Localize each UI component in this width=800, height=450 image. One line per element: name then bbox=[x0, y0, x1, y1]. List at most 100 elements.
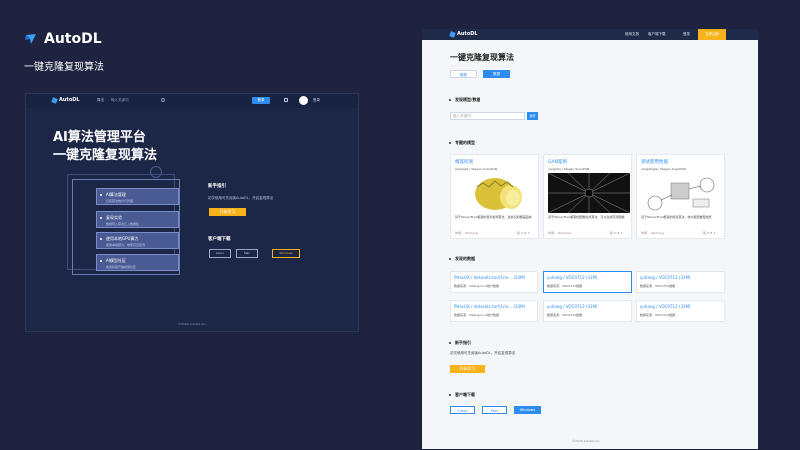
model-desc: 基于TensorFlow框架的图像生成算法，可以生成高清图像 bbox=[548, 215, 625, 219]
model-desc: 基于TensorFlow框架的测试算法，统计模型推理性能 bbox=[641, 215, 712, 219]
dataset-card[interactable]: yuhang / VOC0712 (33M) 数据来源：VOC0712数据 bbox=[543, 300, 632, 322]
section-datasets-title: 发现的数据 bbox=[449, 256, 475, 262]
model-stats: 赞 5 ★ 3 bbox=[610, 231, 623, 235]
model-path: yangzhqjia / Stagan-SuenPGN bbox=[641, 167, 686, 171]
machine-image bbox=[641, 173, 723, 213]
durian-image bbox=[463, 173, 529, 211]
dataset-title[interactable]: PHacUX / datasets.tarl(1/re... (33M) bbox=[454, 304, 525, 309]
nav-docs[interactable]: 使用文档 bbox=[625, 32, 639, 37]
login-button[interactable]: 登录 bbox=[252, 97, 270, 104]
guide-desc: 初次使用可先阅读AutoDL，开启复现算法 bbox=[450, 351, 516, 355]
feature-desc: 数据导入算法汇入数据集 bbox=[106, 222, 140, 226]
dataset-title[interactable]: yuhang / VOC0712 (33M) bbox=[547, 304, 598, 309]
dataset-desc: 数据来源：stats.gov.cn统计数据 bbox=[454, 284, 500, 288]
search-button[interactable]: 搜索 bbox=[527, 112, 538, 120]
model-card[interactable]: 榴莲检测 weiqiqiqi / Stagan-SuenRGN 基于Tensor… bbox=[450, 154, 539, 239]
feature-card[interactable]: AI算法管理已有算法统计与管理 bbox=[96, 188, 179, 205]
dataset-desc: 数据来源：VOC0712数据 bbox=[640, 313, 676, 317]
download-linux-button[interactable]: Linux bbox=[450, 406, 475, 414]
tab-model[interactable]: 模型 bbox=[450, 70, 477, 78]
feature-card[interactable]: 使用本地GPU算力使用本地算力，效率高且经济 bbox=[96, 232, 179, 249]
dataset-desc: 数据来源：stats.gov.cn统计数据 bbox=[454, 313, 500, 317]
hero-title-line-1: AI算法管理平台 bbox=[53, 130, 146, 145]
model-desc: 基于TensorFlow框架的目标检测算法，适合识别榴莲品种 bbox=[455, 215, 532, 219]
dataset-desc: 数据来源：VOC0712数据 bbox=[547, 313, 583, 317]
logo-text[interactable]: AutoDL bbox=[59, 97, 80, 103]
bullet-icon bbox=[100, 217, 102, 219]
brand-logo-icon bbox=[24, 32, 38, 46]
model-card[interactable]: 测试使用性能 yangzhqjia / Stagan-SuenPGN 基于Ten… bbox=[636, 154, 725, 239]
dataset-desc: 数据来源：VOC0712数据 bbox=[547, 284, 583, 288]
model-title[interactable]: GAN案例 bbox=[548, 159, 567, 165]
dataset-title[interactable]: yuhang / VOC0712 (33M) bbox=[547, 275, 598, 280]
nav-download[interactable]: 客户端下载 bbox=[648, 32, 666, 37]
dataset-title[interactable]: yuhang / VOC0712 (33M) bbox=[640, 304, 691, 309]
guide-title: 新手指引 bbox=[208, 184, 226, 189]
download-mac-button[interactable]: Mac bbox=[482, 406, 507, 414]
download-mac-button[interactable]: Mac bbox=[236, 249, 258, 258]
dataset-card[interactable]: PHacUX / datasets.tarl(1/re... (33M) 数据来源… bbox=[450, 300, 538, 322]
nav-item-algorithm[interactable]: 算法 bbox=[97, 98, 104, 103]
model-author: 作者： zhuhang bbox=[641, 231, 664, 235]
nav-search-placeholder[interactable]: 输入关键词 bbox=[111, 98, 129, 103]
dataset-card[interactable]: yuhang / VOC0712 (33M) 数据来源：VOC0712数据 bbox=[543, 271, 632, 293]
search-input[interactable]: 输入关键词 bbox=[450, 112, 525, 120]
download-windows-button[interactable]: Windows bbox=[514, 406, 541, 414]
feature-title: 复现实验 bbox=[106, 215, 122, 220]
footer-copyright: ©2020 AutoDL Inc. bbox=[178, 322, 207, 326]
download-title: 客户端下载 bbox=[208, 237, 231, 242]
footer-copyright: ©2020 AutoDL Inc. bbox=[572, 439, 601, 443]
nav-login[interactable]: 登录 bbox=[683, 32, 690, 37]
page-title: 一键克隆复现算法 bbox=[450, 53, 514, 62]
model-card[interactable]: GAN案例 yangzhq / Stagan-SuenPGN 基于TensorF… bbox=[543, 154, 632, 239]
user-name[interactable]: 登录 bbox=[313, 98, 320, 103]
bullet-icon bbox=[100, 194, 102, 196]
hero-title-line-2: 一键克隆复现算法 bbox=[53, 148, 158, 163]
section-featured-title: 专题的模型 bbox=[449, 140, 475, 146]
guide-start-button[interactable]: 开始学习 bbox=[209, 208, 246, 216]
feature-desc: 免费获取开放模型社区 bbox=[106, 265, 137, 269]
dataset-title[interactable]: yuhang / VOC0712 (33M) bbox=[640, 275, 691, 280]
tab-data[interactable]: 数据 bbox=[483, 70, 510, 78]
feature-desc: 使用本地算力，效率高且经济 bbox=[106, 243, 146, 247]
model-title[interactable]: 测试使用性能 bbox=[641, 159, 668, 165]
model-path: weiqiqiqi / Stagan-SuenRGN bbox=[455, 167, 498, 171]
download-windows-button[interactable]: Windows bbox=[272, 249, 300, 258]
model-author: 作者： zhuhang bbox=[548, 231, 571, 235]
guide-desc: 初次使用可先阅读AutoDL，开启复现算法 bbox=[208, 196, 274, 200]
guide-start-button[interactable]: 开始学习 bbox=[450, 365, 485, 373]
dataset-desc: 数据来源：VOC0712数据 bbox=[640, 284, 676, 288]
brand-subtitle: 一键克隆复现算法 bbox=[24, 62, 104, 73]
gan-image bbox=[548, 173, 630, 213]
model-path: yangzhq / Stagan-SuenPGN bbox=[548, 167, 590, 171]
section-download-title: 客户端下载 bbox=[449, 392, 475, 398]
feature-card[interactable]: 复现实验数据导入算法汇入数据集 bbox=[96, 211, 179, 228]
bullet-icon bbox=[100, 238, 102, 240]
avatar[interactable] bbox=[299, 96, 308, 105]
homepage-dark-mock: AutoDL 算法 输入关键词 登录 登录 AI算法管理平台 一键克隆复现算法 … bbox=[25, 93, 359, 332]
feature-title: 使用本地GPU算力 bbox=[106, 236, 139, 241]
bell-icon[interactable] bbox=[284, 98, 288, 102]
feature-title: AI算法管理 bbox=[106, 192, 126, 197]
brand-name: AutoDL bbox=[44, 31, 102, 47]
homepage-light-mock: AutoDL 使用文档 客户端下载 登录 立即注册 一键克隆复现算法 模型 数据… bbox=[422, 29, 758, 449]
register-button[interactable]: 立即注册 bbox=[698, 29, 726, 40]
dataset-card[interactable]: yuhang / VOC0712 (33M) 数据来源：VOC0712数据 bbox=[636, 271, 725, 293]
feature-card[interactable]: AI模型社区免费获取开放模型社区 bbox=[96, 254, 179, 271]
section-guide-title: 新手指引 bbox=[449, 340, 471, 346]
bullet-icon bbox=[100, 260, 102, 262]
dataset-card[interactable]: PHacUX / datasets.tarl(1/re... (33M) 数据来源… bbox=[450, 271, 538, 293]
model-author: 作者： zhuhang bbox=[455, 231, 478, 235]
model-title[interactable]: 榴莲检测 bbox=[455, 159, 473, 165]
download-linux-button[interactable]: Linux bbox=[209, 249, 231, 258]
model-stats: 赞 5 ★ 3 bbox=[517, 231, 530, 235]
feature-title: AI模型社区 bbox=[106, 258, 126, 263]
section-search-title: 发现模型/数据 bbox=[449, 97, 480, 103]
hero-decor-circle bbox=[150, 166, 162, 178]
search-icon[interactable] bbox=[161, 98, 165, 102]
model-stats: 赞 5 ★ 3 bbox=[703, 231, 716, 235]
dataset-card[interactable]: yuhang / VOC0712 (33M) 数据来源：VOC0712数据 bbox=[636, 300, 725, 322]
logo-text[interactable]: AutoDL bbox=[457, 31, 478, 37]
dataset-title[interactable]: PHacUX / datasets.tarl(1/re... (33M) bbox=[454, 275, 525, 280]
feature-desc: 已有算法统计与管理 bbox=[106, 199, 134, 203]
